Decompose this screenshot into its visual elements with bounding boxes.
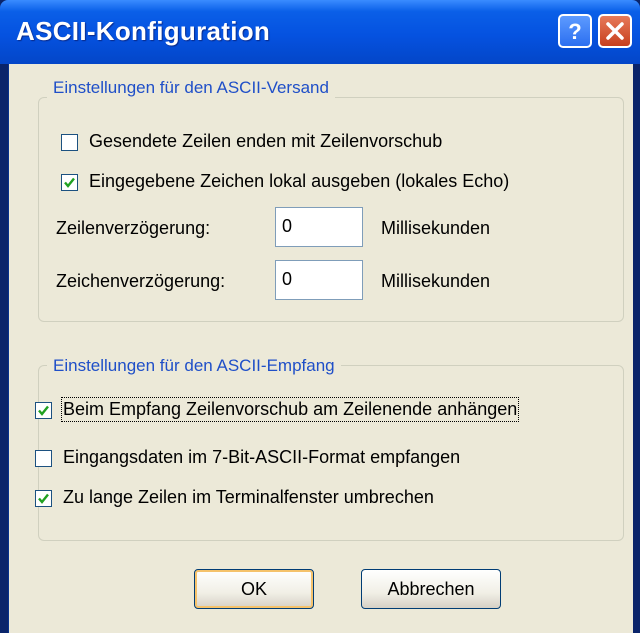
question-mark-icon: ? xyxy=(568,19,581,44)
close-icon xyxy=(606,22,624,40)
linefeed-checkbox-label[interactable]: Gesendete Zeilen enden mit Zeilenvorschu… xyxy=(89,131,442,152)
wrap-lines-checkbox-label[interactable]: Zu lange Zeilen im Terminalfenster umbre… xyxy=(63,487,434,508)
line-delay-label: Zeilenverzögerung: xyxy=(56,218,211,238)
append-linefeed-checkbox[interactable] xyxy=(35,402,52,419)
char-delay-unit: Millisekunden xyxy=(381,271,491,291)
ok-button[interactable]: OK xyxy=(194,569,314,609)
echo-checkbox[interactable] xyxy=(61,174,78,191)
linefeed-checkbox[interactable] xyxy=(61,134,78,151)
line-delay-input[interactable]: 0 xyxy=(275,207,363,247)
close-button[interactable] xyxy=(598,14,632,48)
cancel-button[interactable]: Abbrechen xyxy=(361,569,501,609)
char-delay-label: Zeichenverzögerung: xyxy=(56,271,226,291)
svg-text:?: ? xyxy=(568,19,581,44)
line-delay-unit: Millisekunden xyxy=(381,218,491,238)
checkmark-icon xyxy=(38,405,49,416)
help-button[interactable]: ? xyxy=(558,14,592,48)
checkmark-icon xyxy=(38,493,49,504)
dialog-window: ASCII-Konfiguration ? Einstellungen für … xyxy=(0,0,640,633)
seven-bit-checkbox[interactable] xyxy=(35,450,52,467)
window-title: ASCII-Konfiguration xyxy=(16,16,271,46)
char-delay-input[interactable]: 0 xyxy=(275,260,363,300)
append-linefeed-checkbox-label[interactable]: Beim Empfang Zeilenvorschub am Zeilenend… xyxy=(60,397,520,422)
seven-bit-checkbox-label[interactable]: Eingangsdaten im 7-Bit-ASCII-Format empf… xyxy=(63,447,460,468)
echo-checkbox-label[interactable]: Eingegebene Zeichen lokal ausgeben (loka… xyxy=(89,171,509,192)
wrap-lines-checkbox[interactable] xyxy=(35,490,52,507)
title-bar[interactable]: ASCII-Konfiguration ? xyxy=(0,0,640,64)
dialog-body: Einstellungen für den ASCII-Versand Gese… xyxy=(8,64,633,633)
send-settings-legend: Einstellungen für den ASCII-Versand xyxy=(47,78,335,98)
receive-settings-legend: Einstellungen für den ASCII-Empfang xyxy=(47,356,341,376)
checkmark-icon xyxy=(64,177,75,188)
